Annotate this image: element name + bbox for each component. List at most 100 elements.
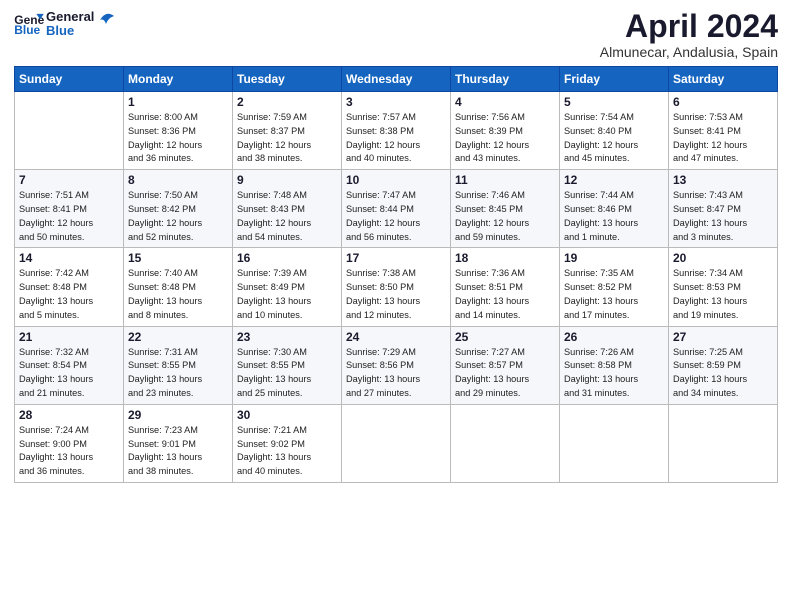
header: General Blue General Blue April 2024 Alm…	[14, 10, 778, 60]
day-info: Sunrise: 7:53 AMSunset: 8:41 PMDaylight:…	[673, 111, 773, 166]
day-info: Sunrise: 7:31 AMSunset: 8:55 PMDaylight:…	[128, 346, 228, 401]
table-cell: 29 Sunrise: 7:23 AMSunset: 9:01 PMDayligh…	[124, 404, 233, 482]
day-info: Sunrise: 7:48 AMSunset: 8:43 PMDaylight:…	[237, 189, 337, 244]
day-number: 10	[346, 173, 446, 187]
day-number: 14	[19, 251, 119, 265]
table-cell: 22 Sunrise: 7:31 AMSunset: 8:55 PMDayligh…	[124, 326, 233, 404]
table-cell	[669, 404, 778, 482]
day-number: 27	[673, 330, 773, 344]
table-cell: 12 Sunrise: 7:44 AMSunset: 8:46 PMDayligh…	[560, 170, 669, 248]
table-cell: 24Sunrise: 7:29 AMSunset: 8:56 PMDayligh…	[342, 326, 451, 404]
svg-text:Blue: Blue	[14, 23, 40, 36]
table-cell: 6 Sunrise: 7:53 AMSunset: 8:41 PMDaylight…	[669, 92, 778, 170]
day-info: Sunrise: 7:44 AMSunset: 8:46 PMDaylight:…	[564, 189, 664, 244]
table-cell	[15, 92, 124, 170]
table-cell: 16 Sunrise: 7:39 AMSunset: 8:49 PMDayligh…	[233, 248, 342, 326]
table-cell	[451, 404, 560, 482]
day-info: Sunrise: 7:32 AMSunset: 8:54 PMDaylight:…	[19, 346, 119, 401]
table-cell: 3 Sunrise: 7:57 AMSunset: 8:38 PMDaylight…	[342, 92, 451, 170]
day-number: 7	[19, 173, 119, 187]
day-info: Sunrise: 7:54 AMSunset: 8:40 PMDaylight:…	[564, 111, 664, 166]
week-row-2: 7Sunrise: 7:51 AMSunset: 8:41 PMDaylight…	[15, 170, 778, 248]
day-info: Sunrise: 7:40 AMSunset: 8:48 PMDaylight:…	[128, 267, 228, 322]
table-cell: 8 Sunrise: 7:50 AMSunset: 8:42 PMDaylight…	[124, 170, 233, 248]
day-number: 1	[128, 95, 228, 109]
table-cell: 26 Sunrise: 7:26 AMSunset: 8:58 PMDayligh…	[560, 326, 669, 404]
day-number: 12	[564, 173, 664, 187]
day-info: Sunrise: 8:00 AMSunset: 8:36 PMDaylight:…	[128, 111, 228, 166]
day-number: 6	[673, 95, 773, 109]
table-cell: 28 Sunrise: 7:24 AMSunset: 9:00 PMDayligh…	[15, 404, 124, 482]
col-sunday: Sunday	[15, 67, 124, 92]
day-number: 4	[455, 95, 555, 109]
table-cell: 5 Sunrise: 7:54 AMSunset: 8:40 PMDaylight…	[560, 92, 669, 170]
month-title: April 2024	[600, 10, 778, 42]
logo-blue: Blue	[46, 24, 94, 38]
calendar-table: Sunday Monday Tuesday Wednesday Thursday…	[14, 66, 778, 483]
day-info: Sunrise: 7:25 AMSunset: 8:59 PMDaylight:…	[673, 346, 773, 401]
table-cell: 9 Sunrise: 7:48 AMSunset: 8:43 PMDaylight…	[233, 170, 342, 248]
table-cell: 15Sunrise: 7:40 AMSunset: 8:48 PMDayligh…	[124, 248, 233, 326]
week-row-3: 14Sunrise: 7:42 AMSunset: 8:48 PMDayligh…	[15, 248, 778, 326]
day-number: 30	[237, 408, 337, 422]
day-info: Sunrise: 7:21 AMSunset: 9:02 PMDaylight:…	[237, 424, 337, 479]
day-info: Sunrise: 7:39 AMSunset: 8:49 PMDaylight:…	[237, 267, 337, 322]
day-number: 11	[455, 173, 555, 187]
col-friday: Friday	[560, 67, 669, 92]
day-info: Sunrise: 7:30 AMSunset: 8:55 PMDaylight:…	[237, 346, 337, 401]
table-cell: 7Sunrise: 7:51 AMSunset: 8:41 PMDaylight…	[15, 170, 124, 248]
day-number: 8	[128, 173, 228, 187]
table-cell: 21Sunrise: 7:32 AMSunset: 8:54 PMDayligh…	[15, 326, 124, 404]
day-number: 25	[455, 330, 555, 344]
day-info: Sunrise: 7:59 AMSunset: 8:37 PMDaylight:…	[237, 111, 337, 166]
col-tuesday: Tuesday	[233, 67, 342, 92]
title-block: April 2024 Almunecar, Andalusia, Spain	[600, 10, 778, 60]
day-info: Sunrise: 7:43 AMSunset: 8:47 PMDaylight:…	[673, 189, 773, 244]
day-info: Sunrise: 7:24 AMSunset: 9:00 PMDaylight:…	[19, 424, 119, 479]
col-monday: Monday	[124, 67, 233, 92]
day-info: Sunrise: 7:46 AMSunset: 8:45 PMDaylight:…	[455, 189, 555, 244]
day-info: Sunrise: 7:27 AMSunset: 8:57 PMDaylight:…	[455, 346, 555, 401]
day-number: 23	[237, 330, 337, 344]
day-info: Sunrise: 7:26 AMSunset: 8:58 PMDaylight:…	[564, 346, 664, 401]
day-number: 26	[564, 330, 664, 344]
day-number: 3	[346, 95, 446, 109]
day-number: 9	[237, 173, 337, 187]
day-info: Sunrise: 7:35 AMSunset: 8:52 PMDaylight:…	[564, 267, 664, 322]
day-number: 13	[673, 173, 773, 187]
day-info: Sunrise: 7:56 AMSunset: 8:39 PMDaylight:…	[455, 111, 555, 166]
table-cell: 18Sunrise: 7:36 AMSunset: 8:51 PMDayligh…	[451, 248, 560, 326]
table-cell: 11 Sunrise: 7:46 AMSunset: 8:45 PMDayligh…	[451, 170, 560, 248]
day-info: Sunrise: 7:57 AMSunset: 8:38 PMDaylight:…	[346, 111, 446, 166]
table-cell: 1 Sunrise: 8:00 AMSunset: 8:36 PMDaylight…	[124, 92, 233, 170]
day-info: Sunrise: 7:23 AMSunset: 9:01 PMDaylight:…	[128, 424, 228, 479]
day-number: 18	[455, 251, 555, 265]
day-number: 29	[128, 408, 228, 422]
day-info: Sunrise: 7:50 AMSunset: 8:42 PMDaylight:…	[128, 189, 228, 244]
logo-icon: General Blue	[14, 12, 44, 36]
day-number: 22	[128, 330, 228, 344]
day-number: 28	[19, 408, 119, 422]
table-cell: 17Sunrise: 7:38 AMSunset: 8:50 PMDayligh…	[342, 248, 451, 326]
logo: General Blue General Blue	[14, 10, 114, 39]
day-info: Sunrise: 7:38 AMSunset: 8:50 PMDaylight:…	[346, 267, 446, 322]
table-cell: 25 Sunrise: 7:27 AMSunset: 8:57 PMDayligh…	[451, 326, 560, 404]
day-number: 16	[237, 251, 337, 265]
day-number: 5	[564, 95, 664, 109]
table-cell: 14Sunrise: 7:42 AMSunset: 8:48 PMDayligh…	[15, 248, 124, 326]
week-row-4: 21Sunrise: 7:32 AMSunset: 8:54 PMDayligh…	[15, 326, 778, 404]
week-row-5: 28 Sunrise: 7:24 AMSunset: 9:00 PMDayligh…	[15, 404, 778, 482]
col-wednesday: Wednesday	[342, 67, 451, 92]
day-number: 19	[564, 251, 664, 265]
table-cell	[560, 404, 669, 482]
location: Almunecar, Andalusia, Spain	[600, 44, 778, 60]
table-cell	[342, 404, 451, 482]
column-headers: Sunday Monday Tuesday Wednesday Thursday…	[15, 67, 778, 92]
day-number: 20	[673, 251, 773, 265]
logo-general: General	[46, 9, 94, 24]
calendar-container: General Blue General Blue April 2024 Alm…	[0, 0, 792, 493]
table-cell: 27 Sunrise: 7:25 AMSunset: 8:59 PMDayligh…	[669, 326, 778, 404]
table-cell: 23 Sunrise: 7:30 AMSunset: 8:55 PMDayligh…	[233, 326, 342, 404]
table-cell: 30 Sunrise: 7:21 AMSunset: 9:02 PMDayligh…	[233, 404, 342, 482]
table-cell: 19 Sunrise: 7:35 AMSunset: 8:52 PMDayligh…	[560, 248, 669, 326]
